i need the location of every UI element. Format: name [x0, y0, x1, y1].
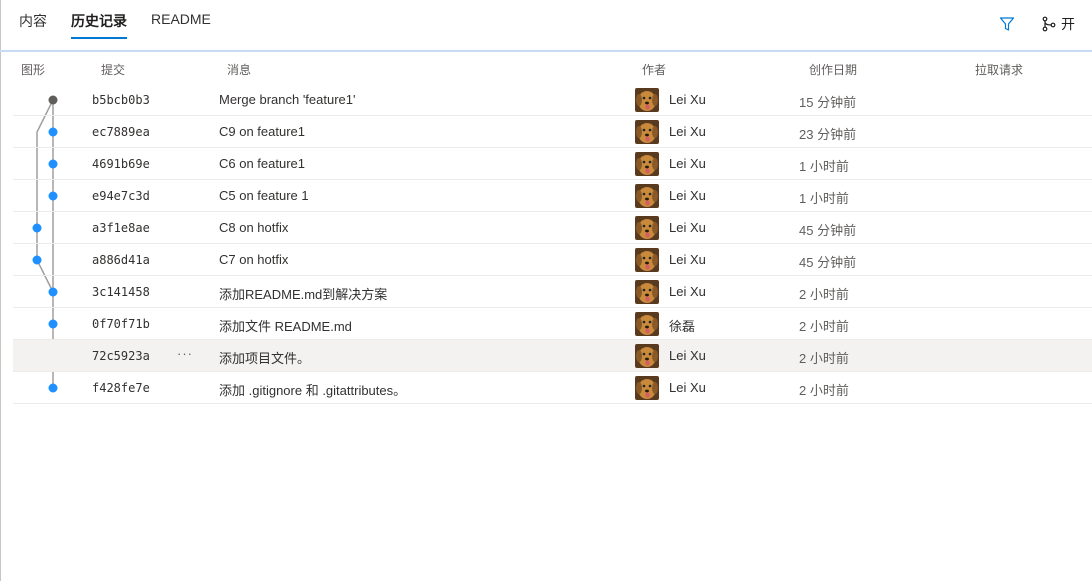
commit-author: Lei Xu	[669, 92, 706, 107]
avatar	[635, 120, 659, 144]
column-header-graph: 图形	[21, 63, 46, 77]
commit-author: Lei Xu	[669, 380, 706, 395]
branch-button[interactable]: 开	[1041, 14, 1075, 34]
commit-row[interactable]: 72c5923a ··· 添加项目文件。 Lei Xu 2 小时前	[13, 340, 1092, 372]
commit-date: 45 分钟前	[799, 255, 857, 270]
commit-message[interactable]: C7 on hotfix	[219, 252, 288, 267]
top-tab-bar: 内容 历史记录 README 开	[0, 0, 1092, 52]
commit-author: Lei Xu	[669, 348, 706, 363]
commit-date: 2 小时前	[799, 287, 849, 302]
tab-history[interactable]: 历史记录	[71, 11, 127, 31]
commit-hash[interactable]: a886d41a	[92, 253, 150, 267]
commit-message[interactable]: 添加项目文件。	[219, 348, 310, 367]
commit-author: Lei Xu	[669, 188, 706, 203]
commit-row[interactable]: 0f70f71b 添加文件 README.md 徐磊 2 小时前	[13, 308, 1092, 340]
commit-row[interactable]: 3c141458 添加README.md到解决方案 Lei Xu 2 小时前	[13, 276, 1092, 308]
commit-row[interactable]: a3f1e8ae C8 on hotfix Lei Xu 45 分钟前	[13, 212, 1092, 244]
commit-hash[interactable]: 4691b69e	[92, 157, 150, 171]
commit-date: 2 小时前	[799, 383, 849, 398]
avatar	[635, 88, 659, 112]
commit-author: 徐磊	[669, 319, 696, 334]
commit-hash[interactable]: ec7889ea	[92, 125, 150, 139]
commit-date: 45 分钟前	[799, 223, 857, 238]
commit-list: b5bcb0b3 Merge branch 'feature1' Lei Xu …	[13, 84, 1092, 404]
more-actions-button[interactable]: ···	[177, 346, 193, 361]
commit-author: Lei Xu	[669, 284, 706, 299]
commit-date: 23 分钟前	[799, 127, 857, 142]
commit-hash[interactable]: a3f1e8ae	[92, 221, 150, 235]
commit-date: 1 小时前	[799, 159, 849, 174]
commit-message[interactable]: C8 on hotfix	[219, 220, 288, 235]
avatar	[635, 376, 659, 400]
commit-message[interactable]: 添加 .gitignore 和 .gitattributes。	[219, 380, 406, 399]
avatar	[635, 216, 659, 240]
commit-row[interactable]: a886d41a C7 on hotfix Lei Xu 45 分钟前	[13, 244, 1092, 276]
commit-date: 15 分钟前	[799, 95, 857, 110]
commit-message[interactable]: Merge branch 'feature1'	[219, 92, 356, 107]
commit-row[interactable]: ec7889ea C9 on feature1 Lei Xu 23 分钟前	[13, 116, 1092, 148]
commit-message[interactable]: C9 on feature1	[219, 124, 305, 139]
column-header-pull-request[interactable]: 拉取请求	[975, 61, 1023, 78]
commit-row[interactable]: e94e7c3d C5 on feature 1 Lei Xu 1 小时前	[13, 180, 1092, 212]
active-tab-indicator	[71, 37, 127, 39]
column-header-author[interactable]: 作者	[642, 61, 666, 78]
avatar	[635, 152, 659, 176]
commit-row[interactable]: f428fe7e 添加 .gitignore 和 .gitattributes。…	[13, 372, 1092, 404]
commit-hash[interactable]: 3c141458	[92, 285, 150, 299]
commit-message[interactable]: C6 on feature1	[219, 156, 305, 171]
avatar	[635, 312, 659, 336]
commit-message[interactable]: 添加文件 README.md	[219, 316, 352, 335]
avatar	[635, 248, 659, 272]
column-header-message[interactable]: 消息	[227, 61, 251, 78]
tab-contents[interactable]: 内容	[19, 11, 47, 31]
avatar	[635, 280, 659, 304]
avatar	[635, 184, 659, 208]
commit-hash[interactable]: 0f70f71b	[92, 317, 150, 331]
commit-author: Lei Xu	[669, 124, 706, 139]
column-header-commit[interactable]: 提交	[101, 61, 125, 78]
filter-icon[interactable]	[999, 16, 1015, 32]
commit-hash[interactable]: 72c5923a	[92, 349, 150, 363]
commit-hash[interactable]: b5bcb0b3	[92, 93, 150, 107]
commit-row[interactable]: 4691b69e C6 on feature1 Lei Xu 1 小时前	[13, 148, 1092, 180]
commit-author: Lei Xu	[669, 156, 706, 171]
commit-row[interactable]: b5bcb0b3 Merge branch 'feature1' Lei Xu …	[13, 84, 1092, 116]
commit-message[interactable]: 添加README.md到解决方案	[219, 284, 387, 303]
branch-icon	[1042, 16, 1056, 32]
commit-author: Lei Xu	[669, 252, 706, 267]
commit-date: 2 小时前	[799, 351, 849, 366]
tab-readme[interactable]: README	[151, 11, 211, 27]
commit-author: Lei Xu	[669, 220, 706, 235]
commit-message[interactable]: C5 on feature 1	[219, 188, 309, 203]
branch-label: 开	[1061, 16, 1075, 32]
commit-date: 2 小时前	[799, 319, 849, 334]
avatar	[635, 344, 659, 368]
commit-date: 1 小时前	[799, 191, 849, 206]
commit-hash[interactable]: f428fe7e	[92, 381, 150, 395]
commit-hash[interactable]: e94e7c3d	[92, 189, 150, 203]
column-header-date[interactable]: 创作日期	[809, 61, 857, 78]
